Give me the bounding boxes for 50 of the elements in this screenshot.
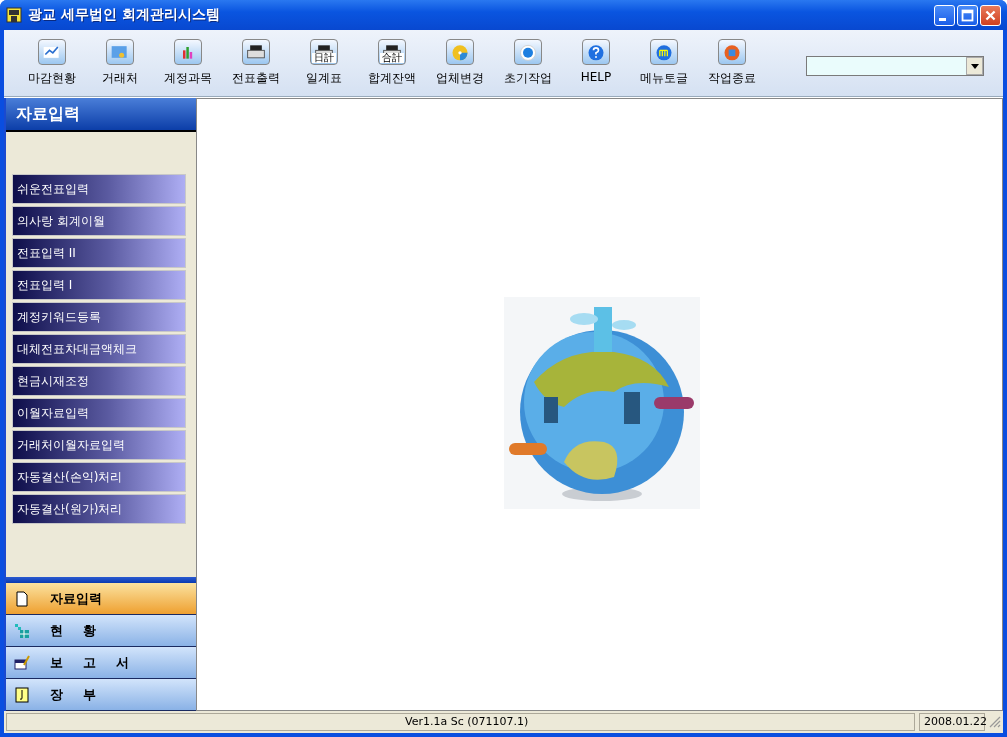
sidebar-section-tab[interactable]: 보 고 서 <box>6 647 196 679</box>
toolbar-button[interactable]: 계정과목 <box>154 39 222 87</box>
toolbar-button[interactable]: HELP <box>562 39 630 87</box>
exit-icon <box>718 39 746 65</box>
printer-icon: 日計 <box>310 39 338 65</box>
toolbar-button[interactable]: 메뉴토글 <box>630 39 698 87</box>
date-text: 2008.01.22 <box>919 713 985 731</box>
version-text: Ver1.1a Sc (071107.1) <box>6 713 915 731</box>
close-button[interactable] <box>980 4 1001 26</box>
sidebar-item[interactable]: 계정키워드등록 <box>12 302 186 332</box>
monitor-icon <box>106 39 134 65</box>
toolbar-button[interactable]: 전표출력 <box>222 39 290 87</box>
calendar-icon <box>14 654 30 671</box>
book-icon <box>14 686 30 703</box>
sidebar-item[interactable]: 전표입력 II <box>12 238 186 268</box>
toolbar-button[interactable]: 마감현황 <box>18 39 86 87</box>
sidebar-item[interactable]: 거래처이월자료입력 <box>12 430 186 460</box>
page-icon <box>14 590 30 607</box>
toolbar-button[interactable]: 초기작업 <box>494 39 562 87</box>
minimize-button[interactable] <box>934 4 955 26</box>
grid-icon <box>14 622 30 639</box>
toolbar-button[interactable]: 合計 합계잔액 <box>358 39 426 87</box>
sidebar-item[interactable]: 대체전표차대금액체크 <box>12 334 186 364</box>
resize-grip-icon <box>989 716 1001 728</box>
window-title: 광교 세무법인 회계관리시스템 <box>28 6 221 24</box>
minimize-icon <box>939 17 946 21</box>
maximize-button[interactable] <box>957 4 978 26</box>
menu-icon <box>650 39 678 65</box>
sidebar-title: 자료입력 <box>6 98 196 132</box>
toolbar-button[interactable]: 日計 일계표 <box>290 39 358 87</box>
sidebar-section-tab[interactable]: 현 황 <box>6 615 196 647</box>
sidebar-item[interactable]: 의사랑 회계이월 <box>12 206 186 236</box>
sidebar-item[interactable]: 자동결산(손익)처리 <box>12 462 186 492</box>
toolbar-button[interactable]: 업체변경 <box>426 39 494 87</box>
printer-icon: 合計 <box>378 39 406 65</box>
sidebar-section-tab[interactable]: 장 부 <box>6 679 196 711</box>
toolbar-button[interactable]: 작업종료 <box>698 39 766 87</box>
help-icon <box>582 39 610 65</box>
sidebar-item[interactable]: 쉬운전표입력 <box>12 174 186 204</box>
bar-chart-icon <box>174 39 202 65</box>
sidebar-section-tab[interactable]: 자료입력 <box>6 583 196 615</box>
app-icon <box>6 7 22 23</box>
toolbar-button[interactable]: 거래처 <box>86 39 154 87</box>
printer-icon <box>242 39 270 65</box>
sidebar-item[interactable]: 현금시재조정 <box>12 366 186 396</box>
company-dropdown[interactable] <box>806 56 984 76</box>
sidebar-item[interactable]: 이월자료입력 <box>12 398 186 428</box>
sidebar-item[interactable]: 자동결산(원가)처리 <box>12 494 186 524</box>
chart-icon <box>38 39 66 65</box>
sidebar-item[interactable]: 전표입력 I <box>12 270 186 300</box>
